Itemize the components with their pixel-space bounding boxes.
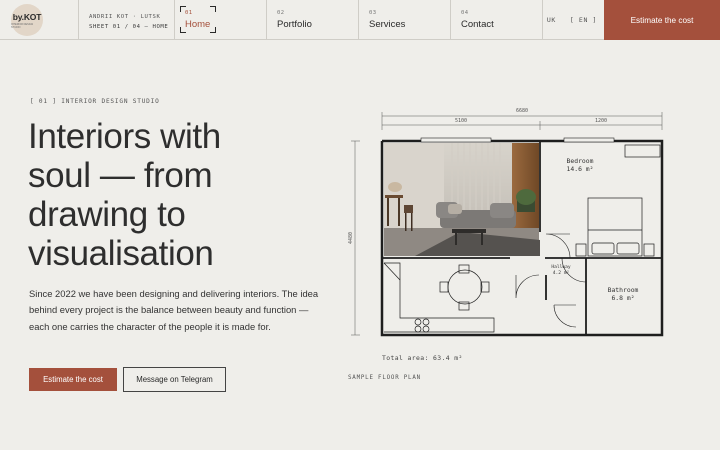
dimension-left: 5100	[455, 118, 467, 124]
dimension-total: 6680	[516, 108, 528, 114]
nav-label: Contact	[461, 19, 494, 30]
hero-headline: Interiors with soul — from drawing to vi…	[28, 117, 328, 273]
lang-uk[interactable]: UK	[547, 16, 556, 24]
frame-corner	[210, 27, 216, 33]
bedroom-label: Bedroom	[567, 157, 594, 165]
telegram-button[interactable]: Message on Telegram	[123, 367, 226, 392]
dimension-height: 4480	[348, 232, 354, 244]
estimate-cost-button[interactable]: Estimate the cost	[29, 368, 117, 391]
estimate-cost-header-button[interactable]: Estimate the cost	[604, 0, 720, 40]
sheet-line: SHEET 01 / 04 — HOME	[89, 24, 169, 30]
lang-en[interactable]: [ EN ]	[570, 16, 597, 24]
nav-services[interactable]: 03 Services	[359, 0, 451, 39]
bathroom-area: 6.8 m²	[611, 294, 634, 302]
section-eyebrow: [ 01 ] INTERIOR DESIGN STUDIO	[30, 98, 160, 105]
logo[interactable]: by.KOT INTERIOR DESIGN STUDIO	[11, 4, 43, 36]
studio-id: ANDRII KOT · LUTSK SHEET 01 / 04 — HOME	[79, 0, 175, 39]
nav-label: Services	[369, 19, 406, 30]
nav-number: 02	[277, 10, 285, 16]
headline-line: Interiors with	[28, 117, 221, 156]
nav-number: 03	[369, 10, 377, 16]
nav-label: Home	[185, 19, 211, 30]
headline-line: soul — from	[28, 156, 213, 195]
logo-text: by.KOT	[12, 11, 42, 22]
language-switcher: UK [ EN ]	[547, 0, 604, 39]
frame-corner	[180, 27, 186, 33]
nav-home[interactable]: 01 Home	[175, 0, 267, 39]
site-header: by.KOT INTERIOR DESIGN STUDIO ANDRII KOT…	[0, 0, 720, 40]
headline-line: visualisation	[28, 234, 214, 273]
bedroom-area: 14.6 m²	[567, 165, 594, 173]
logo-cell: by.KOT INTERIOR DESIGN STUDIO	[0, 0, 79, 40]
kitchen-dining-drawing	[383, 262, 495, 333]
nav-number: 04	[461, 10, 469, 16]
nav-number: 01	[185, 10, 193, 16]
hallway-area: 4.2 m²	[553, 270, 570, 276]
frame-corner	[210, 6, 216, 12]
bathroom-label: Bathroom	[608, 286, 639, 294]
plan-caption: SAMPLE FLOOR PLAN	[348, 375, 421, 381]
frame-corner	[180, 6, 186, 12]
hero-intro: Since 2022 we have been designing and de…	[29, 288, 319, 332]
nav-label: Portfolio	[277, 19, 312, 30]
logo-subtitle: INTERIOR DESIGN STUDIO	[11, 22, 34, 29]
dimension-right: 1200	[595, 118, 607, 124]
floor-plan-drawing: 6680 5100 1200 4480 Bedroom 14.6 m² Hall…	[348, 108, 664, 337]
hallway-label: Hallway	[551, 264, 571, 270]
nav-portfolio[interactable]: 02 Portfolio	[267, 0, 359, 39]
nav-contact[interactable]: 04 Contact	[451, 0, 543, 39]
owner-line: ANDRII KOT · LUTSK	[89, 14, 161, 20]
total-area: Total area: 63.4 m²	[382, 354, 463, 362]
living-room-photo	[384, 143, 540, 256]
headline-line: drawing to	[28, 195, 186, 234]
